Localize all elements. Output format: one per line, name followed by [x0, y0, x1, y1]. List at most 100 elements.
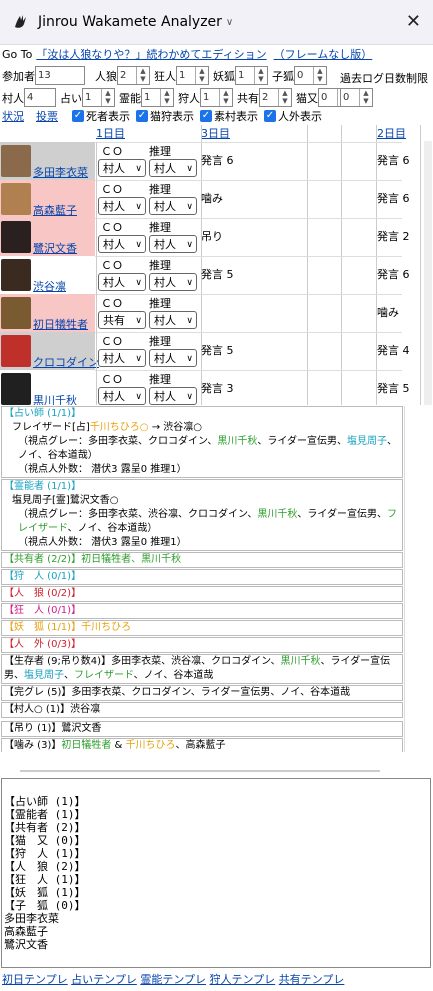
day3-status: 発言 5	[201, 268, 234, 281]
guess-select[interactable]: 村人 ∨	[149, 349, 197, 367]
guess-select[interactable]: 村人 ∨	[149, 159, 197, 177]
log-limit-stepper[interactable]: 0 ▲ ▼	[340, 88, 373, 107]
co-label: ＣＯ	[101, 297, 123, 310]
settings-row-2: 村人 4 占い 1▲▼ 霊能 1▲▼ 狩人 1▲▼ 共有 2▲▼ 猫又 0▲▼	[2, 88, 353, 107]
medium-result: 塩見周子[霊]鷺沢文香○	[12, 495, 119, 506]
participants-input[interactable]: 13	[35, 66, 85, 85]
player-name-link[interactable]: 黒川千秋	[33, 392, 77, 405]
player-name-link[interactable]: 多田李衣菜	[33, 164, 88, 180]
show-catcher-checkbox[interactable]: ✓	[136, 110, 148, 122]
seer-gray-c: 、ライダー宣伝男、	[257, 436, 348, 447]
co-select[interactable]: 村人 ∨	[98, 273, 146, 291]
co-select[interactable]: 村人 ∨	[98, 159, 146, 177]
wolf-block: 【人 狼 (0/2)】	[1, 586, 403, 602]
guess-label: 推理	[149, 373, 171, 386]
chevron-down-icon: ∨	[135, 240, 142, 250]
player-co-cell: ＣＯ 推理 村人 ∨ 村人 ∨	[96, 256, 202, 294]
show-plain-label: 素村表示	[214, 110, 258, 123]
goto-link-main[interactable]: 「汝は人狼なりや？」続わかめてエディション	[36, 48, 266, 61]
template-hunter[interactable]: 狩人テンプレ	[210, 973, 276, 986]
chevron-down-icon: ∨	[186, 392, 193, 402]
resize-divider[interactable]	[20, 770, 380, 772]
template-day1[interactable]: 初日テンプレ	[2, 973, 68, 986]
guess-label: 推理	[149, 145, 171, 158]
kitsune-child-stepper[interactable]: 0 ▲ ▼	[294, 66, 327, 85]
player-name-link[interactable]: 初日犠牲者	[33, 316, 88, 332]
label-cat: 猫又	[296, 91, 318, 105]
co-label: ＣＯ	[101, 259, 123, 272]
template-shared[interactable]: 共有テンプレ	[279, 973, 345, 986]
show-plain-checkbox[interactable]: ✓	[200, 110, 212, 122]
player-avatar	[1, 335, 31, 367]
status-link[interactable]: 状況	[2, 108, 24, 124]
guess-select[interactable]: 村人 ∨	[149, 273, 197, 291]
medium-gray-a: （視点グレー：多田李衣菜、渋谷凛、クロコダイン、	[18, 509, 258, 520]
medium-stepper[interactable]: 1 ▲ ▼	[141, 88, 174, 107]
co-select[interactable]: 共有 ∨	[98, 311, 146, 329]
shared-stepper[interactable]: 2 ▲ ▼	[259, 88, 292, 107]
fox-block: 【妖 狐 (1/1)】千川ちひろ	[1, 620, 403, 636]
seer-result-2: → 渋谷凛○	[148, 422, 203, 433]
guess-select[interactable]: 村人 ∨	[149, 311, 197, 329]
player-name-link[interactable]: 高森藍子	[33, 202, 77, 218]
co-select[interactable]: 村人 ∨	[98, 197, 146, 215]
seer-stepper[interactable]: 1 ▲ ▼	[82, 88, 115, 107]
player-name-link[interactable]: クロコダイン	[33, 354, 99, 370]
guess-select[interactable]: 村人 ∨	[149, 387, 197, 405]
guess-select[interactable]: 村人 ∨	[149, 235, 197, 253]
show-dead-label: 死者表示	[86, 110, 130, 123]
bitten-block: 【噛み (3)】初日犠牲者 & 千川ちひろ、高森藍子	[1, 738, 403, 752]
header-day1[interactable]: 1日目	[96, 125, 125, 141]
co-select[interactable]: 村人 ∨	[98, 387, 146, 405]
chevron-down-icon: ∨	[135, 202, 142, 212]
guess-label: 推理	[149, 259, 171, 272]
close-icon[interactable]: ✕	[406, 11, 421, 32]
co-select[interactable]: 村人 ∨	[98, 349, 146, 367]
player-name-link[interactable]: 渋谷凛	[33, 278, 66, 294]
day2-status: 発言 6	[377, 154, 410, 167]
madman-stepper[interactable]: 1 ▲ ▼	[176, 66, 209, 85]
analysis-panel: 【占い師 (1/1)】 フレイザード[占]千川ちひろ○ → 渋谷凛○ （視点グレ…	[1, 406, 403, 752]
template-seer[interactable]: 占いテンプレ	[71, 973, 137, 986]
guess-select[interactable]: 村人 ∨	[149, 197, 197, 215]
player-avatar	[1, 373, 31, 405]
show-dead-checkbox[interactable]: ✓	[72, 110, 84, 122]
player-co-cell: ＣＯ 推理 村人 ∨ 村人 ∨	[96, 180, 202, 218]
goto-bar: Go To 「汝は人狼なりや？」続わかめてエディション （フレームなし版）	[2, 46, 372, 62]
wolf-stepper[interactable]: 2 ▲ ▼	[117, 66, 150, 85]
day2-status: 発言 6	[377, 192, 410, 205]
chevron-down-icon[interactable]: ∨	[226, 17, 233, 28]
chevron-down-icon: ∨	[135, 164, 142, 174]
player-name-link[interactable]: 鷺沢文香	[33, 240, 77, 256]
template-textarea[interactable]: 【占い師 (1)】 【霊能者 (1)】 【共有者 (2)】 【猫 又 (0)】 …	[1, 778, 431, 968]
info-scrollbar[interactable]	[404, 406, 413, 752]
alive-block: 【生存者 (9;吊り数4)】多田李衣菜、渋谷凛、クロコダイン、黒川千秋、ライダー…	[1, 654, 403, 684]
show-catcher-label: 猫狩表示	[150, 110, 194, 123]
goto-link-noframe[interactable]: （フレームなし版）	[274, 48, 373, 61]
player-grid: 1日目 3日目 2日目 多田李衣菜 ＣＯ 推理 村人 ∨ 村人 ∨ 発言 6 発言 6 高森藍子 Ｃ…	[0, 125, 433, 405]
madman-block: 【狂 人 (0/1)】	[1, 603, 403, 619]
day2-status: 発言 4	[377, 344, 410, 357]
co-label: ＣＯ	[101, 373, 123, 386]
guess-label: 推理	[149, 297, 171, 310]
seer-block: 【占い師 (1/1)】 フレイザード[占]千川ちひろ○ → 渋谷凛○ （視点グレ…	[1, 406, 403, 478]
medium-outsider-count: （視点人外数： 潜伏3 露呈0 推理1）	[18, 537, 187, 548]
label-seer: 占い	[60, 91, 82, 105]
fox-stepper[interactable]: 1 ▲ ▼	[235, 66, 268, 85]
player-cell: クロコダイン	[0, 332, 99, 370]
villager-input[interactable]: 4	[24, 88, 56, 107]
hunter-stepper[interactable]: 1 ▲ ▼	[200, 88, 233, 107]
grid-scrollbar[interactable]	[424, 141, 432, 405]
header-day2[interactable]: 2日目	[377, 125, 406, 141]
co-select[interactable]: 村人 ∨	[98, 235, 146, 253]
vote-link[interactable]: 投票	[36, 108, 58, 124]
show-outsider-checkbox[interactable]: ✓	[264, 110, 276, 122]
header-day3[interactable]: 3日目	[201, 125, 230, 141]
chevron-down-icon: ∨	[186, 164, 193, 174]
co-label: ＣＯ	[101, 221, 123, 234]
medium-gray-b: 黒川千秋	[257, 509, 298, 520]
title-bar: Jinrou Wakamete Analyzer ∨ ✕	[0, 0, 433, 45]
chevron-down-icon: ∨	[135, 278, 142, 288]
template-medium[interactable]: 霊能テンプレ	[140, 973, 206, 986]
seer-result-1: 千川ちひろ○	[89, 422, 149, 433]
